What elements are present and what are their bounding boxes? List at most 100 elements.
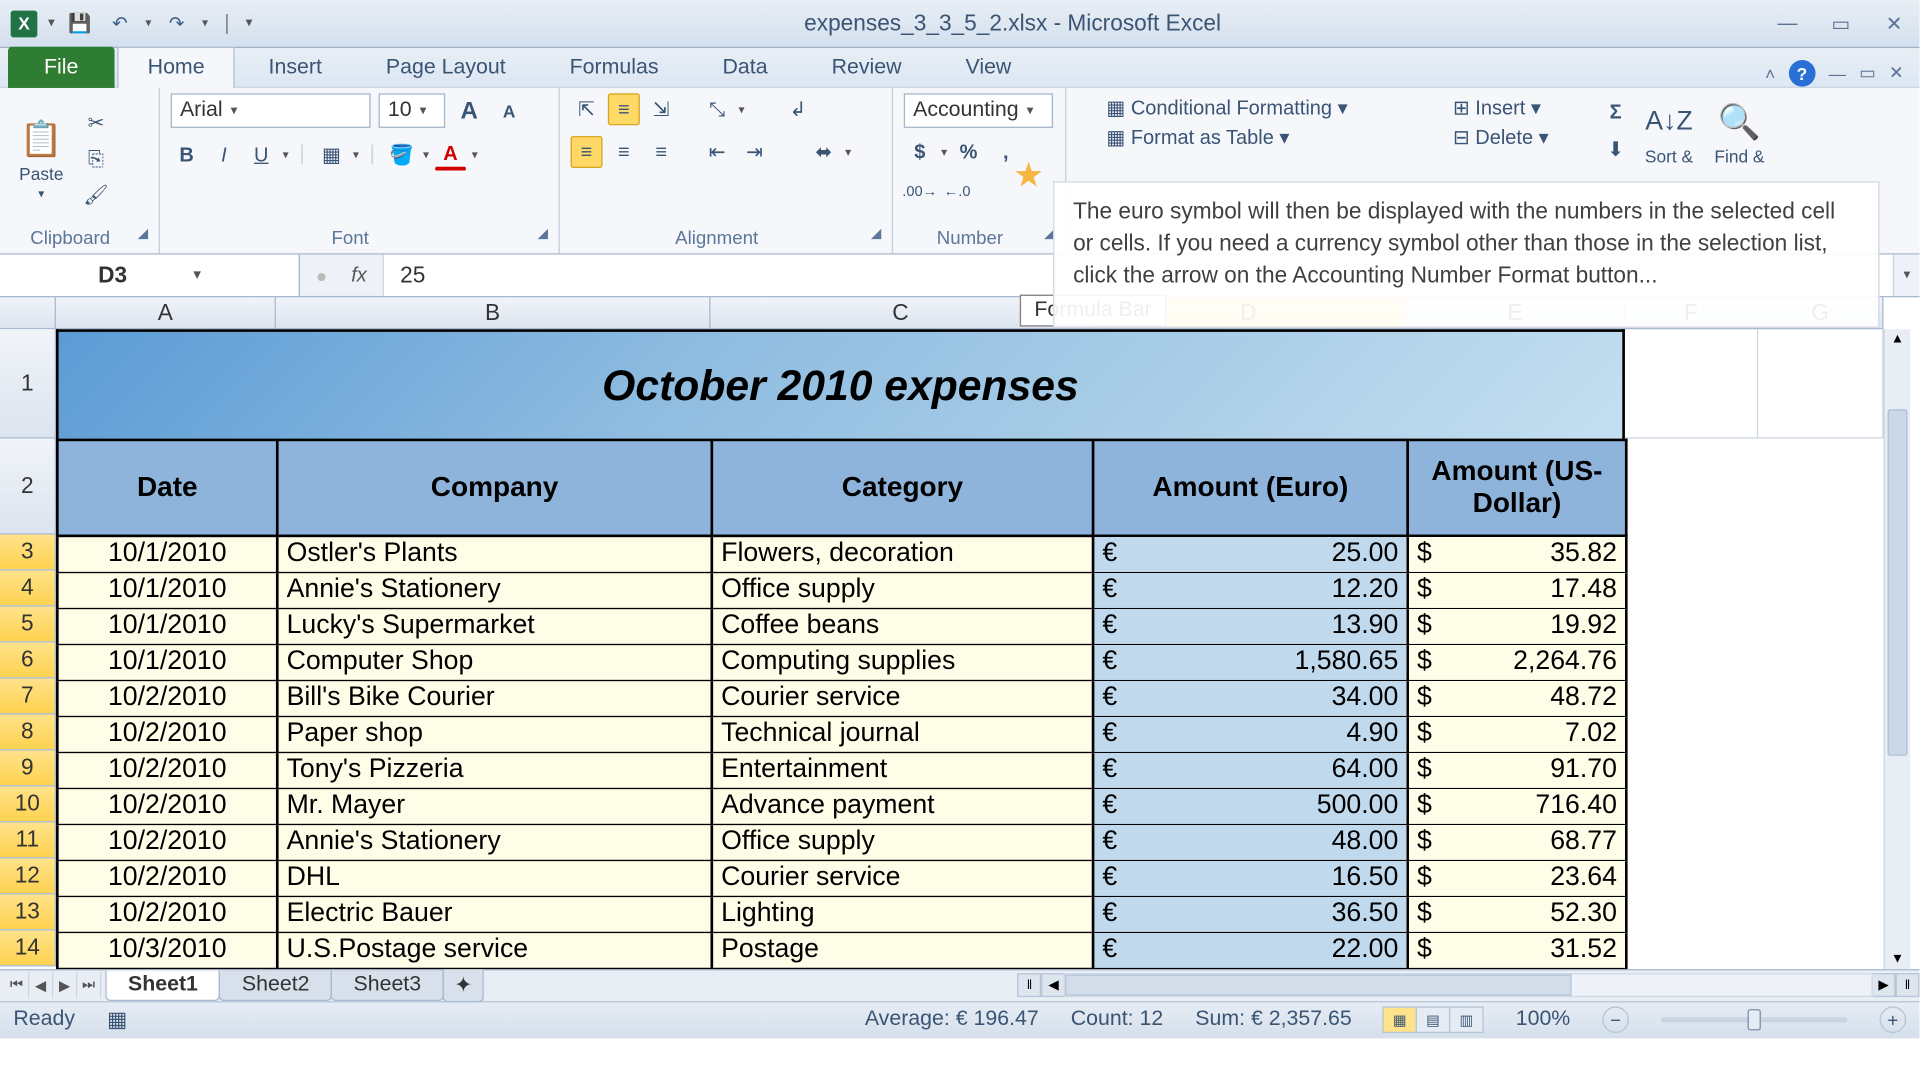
zoom-level[interactable]: 100% <box>1516 1008 1571 1032</box>
row-header-2[interactable]: 2 <box>0 439 56 535</box>
hscroll-left-stop[interactable]: ‖ <box>1017 973 1041 997</box>
scrollbar-thumb[interactable] <box>1888 409 1908 756</box>
decrease-indent-button[interactable]: ⇤ <box>701 136 733 168</box>
increase-decimal-button[interactable]: .00→ <box>904 176 936 208</box>
cell-usd[interactable]: $17.48 <box>1408 572 1627 608</box>
page-break-view-button[interactable]: ▥ <box>1449 1006 1484 1033</box>
shrink-font-button[interactable]: A <box>493 95 525 127</box>
cell-date[interactable]: 10/2/2010 <box>57 896 277 932</box>
align-right-button[interactable]: ≡ <box>645 136 677 168</box>
row-header-9[interactable]: 9 <box>0 750 56 786</box>
tab-page-layout[interactable]: Page Layout <box>355 47 536 88</box>
table-header[interactable]: Category <box>712 440 1093 536</box>
cell-date[interactable]: 10/1/2010 <box>57 644 277 680</box>
row-header-11[interactable]: 11 <box>0 822 56 858</box>
cell-company[interactable]: Mr. Mayer <box>277 788 712 824</box>
cell-date[interactable]: 10/2/2010 <box>57 752 277 788</box>
italic-button[interactable]: I <box>208 139 240 171</box>
sheet-tab-sheet3[interactable]: Sheet3 <box>331 970 444 1001</box>
cell-company[interactable]: U.S.Postage service <box>277 932 712 968</box>
align-middle-button[interactable]: ≡ <box>608 93 640 125</box>
fill-button[interactable]: ⬇ <box>1600 133 1632 165</box>
row-header-6[interactable]: 6 <box>0 643 56 679</box>
cell-euro[interactable]: €1,580.65 <box>1093 644 1408 680</box>
cell-usd[interactable]: $23.64 <box>1408 860 1627 896</box>
cell-euro[interactable]: €64.00 <box>1093 752 1408 788</box>
row-header-14[interactable]: 14 <box>0 930 56 966</box>
cell-company[interactable]: Annie's Stationery <box>277 572 712 608</box>
grow-font-button[interactable]: A <box>453 95 485 127</box>
table-header[interactable]: Amount (US-Dollar) <box>1408 440 1627 536</box>
format-as-table-button[interactable]: ▦ Format as Table ▾ <box>1106 125 1347 149</box>
cell-euro[interactable]: €4.90 <box>1093 716 1408 752</box>
table-header[interactable]: Date <box>57 440 277 536</box>
align-bottom-button[interactable]: ⇲ <box>645 93 677 125</box>
row-header-7[interactable]: 7 <box>0 678 56 714</box>
wrap-text-button[interactable]: ↲ <box>782 93 814 125</box>
minimize-button[interactable]: — <box>1773 9 1802 38</box>
cell-category[interactable]: Flowers, decoration <box>712 536 1093 572</box>
cell-usd[interactable]: $7.02 <box>1408 716 1627 752</box>
cell-usd[interactable]: $716.40 <box>1408 788 1627 824</box>
fx-button[interactable]: fx <box>351 264 367 287</box>
tab-review[interactable]: Review <box>801 47 932 88</box>
orientation-button[interactable]: ⤡ <box>701 93 733 125</box>
row-header-12[interactable]: 12 <box>0 858 56 894</box>
hscrollbar-thumb[interactable] <box>1065 974 1572 995</box>
scroll-down-icon[interactable]: ▼ <box>1885 948 1910 968</box>
cell-euro[interactable]: €12.20 <box>1093 572 1408 608</box>
cell-category[interactable]: Courier service <box>712 860 1093 896</box>
new-sheet-button[interactable]: ✦ <box>442 968 484 1001</box>
cell-company[interactable]: Lucky's Supermarket <box>277 608 712 644</box>
increase-indent-button[interactable]: ⇥ <box>738 136 770 168</box>
bold-button[interactable]: B <box>171 139 203 171</box>
save-button[interactable]: 💾 <box>65 9 94 38</box>
minimize-ribbon-icon[interactable]: ˄ <box>1765 63 1775 83</box>
align-center-button[interactable]: ≡ <box>608 136 640 168</box>
last-sheet-button[interactable]: ⏭ <box>77 972 101 999</box>
cell-euro[interactable]: €36.50 <box>1093 896 1408 932</box>
cell-date[interactable]: 10/2/2010 <box>57 788 277 824</box>
cell-usd[interactable]: $31.52 <box>1408 932 1627 968</box>
autosum-button[interactable]: Σ <box>1600 96 1632 128</box>
cell-category[interactable]: Technical journal <box>712 716 1093 752</box>
hscroll-right[interactable]: ▶ <box>1872 973 1896 997</box>
cell-category[interactable]: Computing supplies <box>712 644 1093 680</box>
row-header-10[interactable]: 10 <box>0 786 56 822</box>
dialog-launcher-icon[interactable]: ◢ <box>138 227 148 242</box>
find-select-button[interactable]: 🔍Find & <box>1706 96 1772 169</box>
copy-button[interactable]: ⎘ <box>80 143 112 175</box>
cell-category[interactable]: Office supply <box>712 824 1093 860</box>
cell-company[interactable]: DHL <box>277 860 712 896</box>
row-header-5[interactable]: 5 <box>0 607 56 643</box>
fill-color-button[interactable]: 🪣 <box>386 139 418 171</box>
expand-formula-bar-icon[interactable]: ▾ <box>1904 268 1911 283</box>
close-button[interactable]: ✕ <box>1880 9 1909 38</box>
borders-button[interactable]: ▦ <box>316 139 348 171</box>
cell-euro[interactable]: €13.90 <box>1093 608 1408 644</box>
cell-date[interactable]: 10/1/2010 <box>57 572 277 608</box>
cell-euro[interactable]: €16.50 <box>1093 860 1408 896</box>
insert-cells-button[interactable]: ⊞ Insert ▾ <box>1453 96 1549 120</box>
cell-usd[interactable]: $19.92 <box>1408 608 1627 644</box>
undo-button[interactable]: ↶ <box>105 9 134 38</box>
cell-date[interactable]: 10/2/2010 <box>57 680 277 716</box>
cell-usd[interactable]: $2,264.76 <box>1408 644 1627 680</box>
cell-euro[interactable]: €48.00 <box>1093 824 1408 860</box>
delete-cells-button[interactable]: ⊟ Delete ▾ <box>1453 125 1549 149</box>
tab-formulas[interactable]: Formulas <box>539 47 689 88</box>
cell-euro[interactable]: €34.00 <box>1093 680 1408 716</box>
tab-file[interactable]: File <box>8 47 114 88</box>
macro-record-icon[interactable]: ▦ <box>107 1006 127 1033</box>
row-header-4[interactable]: 4 <box>0 571 56 607</box>
redo-button[interactable]: ↷ <box>162 9 191 38</box>
cell-date[interactable]: 10/1/2010 <box>57 536 277 572</box>
sort-filter-button[interactable]: A↓ZSort & <box>1637 96 1701 169</box>
zoom-slider[interactable] <box>1661 1017 1848 1022</box>
cell-company[interactable]: Ostler's Plants <box>277 536 712 572</box>
cell-company[interactable]: Bill's Bike Courier <box>277 680 712 716</box>
font-name-combo[interactable]: Arial▾ <box>171 93 371 128</box>
column-header-B[interactable]: B <box>276 297 711 329</box>
percent-format-button[interactable]: % <box>952 136 984 168</box>
cell-date[interactable]: 10/1/2010 <box>57 608 277 644</box>
